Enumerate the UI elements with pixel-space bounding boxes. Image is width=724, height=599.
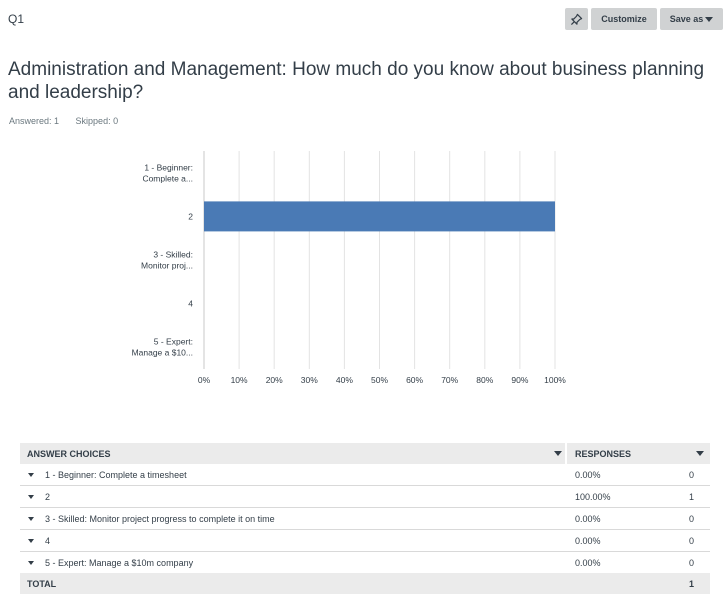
- expand-caret-icon[interactable]: [28, 473, 34, 477]
- x-tick-label: 30%: [301, 375, 318, 385]
- customize-label: Customize: [601, 14, 647, 24]
- answer-choice: 4: [45, 536, 51, 546]
- answer-choice: 3 - Skilled: Monitor project progress to…: [45, 514, 275, 524]
- response-percent: 0.00%: [575, 536, 601, 546]
- x-tick-label: 70%: [441, 375, 458, 385]
- response-count: 0: [688, 514, 694, 524]
- expand-caret-icon[interactable]: [28, 539, 34, 543]
- save-as-button[interactable]: Save as: [660, 8, 723, 30]
- x-tick-label: 90%: [511, 375, 528, 385]
- question-title: Administration and Management: How much …: [8, 59, 705, 103]
- response-count: 1: [688, 492, 694, 502]
- response-percent: 0.00%: [575, 558, 601, 568]
- save-as-label: Save as: [669, 14, 704, 24]
- customize-button[interactable]: Customize: [591, 8, 657, 30]
- table-row: 3 - Skilled: Monitor project progress to…: [20, 508, 710, 530]
- table-total-row: TOTAL 1: [20, 573, 710, 594]
- x-tick-label: 0%: [198, 375, 211, 385]
- category-label: 4: [188, 299, 193, 309]
- expand-caret-icon[interactable]: [28, 517, 34, 521]
- header-responses[interactable]: RESPONSES: [575, 449, 631, 459]
- category-label: 3 - Skilled: Monitor proj...: [141, 250, 193, 271]
- expand-caret-icon[interactable]: [28, 495, 34, 499]
- sort-caret-icon[interactable]: [554, 451, 562, 456]
- pin-icon: [570, 13, 583, 25]
- total-count: 1: [688, 579, 694, 589]
- x-tick-label: 100%: [544, 375, 566, 385]
- sort-caret-icon[interactable]: [696, 451, 704, 456]
- response-percent: 0.00%: [575, 514, 601, 524]
- bar-chart: 0% 10% 20% 30% 40% 50% 60% 70% 80% 90% 100% 1 - Beg…: [132, 151, 566, 385]
- category-label: 2: [188, 211, 193, 221]
- pin-button[interactable]: [565, 8, 588, 30]
- answered-count: Answered: 1: [9, 116, 60, 126]
- answer-choice: 1 - Beginner: Complete a timesheet: [45, 470, 187, 480]
- bar[interactable]: [204, 201, 555, 232]
- x-tick-label: 50%: [371, 375, 388, 385]
- column-divider: [565, 443, 567, 464]
- category-label: 5 - Expert: Manage a $10...: [132, 337, 193, 358]
- category-label: 1 - Beginner: Complete a...: [142, 162, 193, 183]
- x-tick-label: 60%: [406, 375, 423, 385]
- response-count: 0: [688, 558, 694, 568]
- response-percent: 100.00%: [575, 492, 611, 502]
- table-header: ANSWER CHOICES RESPONSES: [20, 443, 710, 464]
- table-row: 5 - Expert: Manage a $10m company 0.00% 0: [20, 552, 710, 574]
- table-row: 1 - Beginner: Complete a timesheet 0.00% 0: [20, 464, 710, 486]
- question-id: Q1: [8, 12, 25, 26]
- table-row: 4 0.00% 0: [20, 530, 710, 552]
- x-tick-label: 20%: [266, 375, 283, 385]
- response-percent: 0.00%: [575, 470, 601, 480]
- header-answer-choices[interactable]: ANSWER CHOICES: [27, 449, 111, 459]
- expand-caret-icon[interactable]: [28, 561, 34, 565]
- response-count: 0: [688, 470, 694, 480]
- x-tick-label: 80%: [476, 375, 493, 385]
- x-tick-label: 40%: [336, 375, 353, 385]
- skipped-count: Skipped: 0: [75, 116, 119, 126]
- answer-choice: 2: [45, 492, 51, 502]
- answer-choice: 5 - Expert: Manage a $10m company: [45, 558, 194, 568]
- response-summary: Answered: 1 Skipped: 0: [9, 116, 132, 126]
- chevron-down-icon: [705, 17, 714, 22]
- response-count: 0: [688, 536, 694, 546]
- table-row: 2 100.00% 1: [20, 486, 710, 508]
- responses-table: ANSWER CHOICES RESPONSES 1 - Beginner: C…: [20, 443, 710, 594]
- total-label: TOTAL: [27, 579, 57, 589]
- x-tick-label: 10%: [231, 375, 248, 385]
